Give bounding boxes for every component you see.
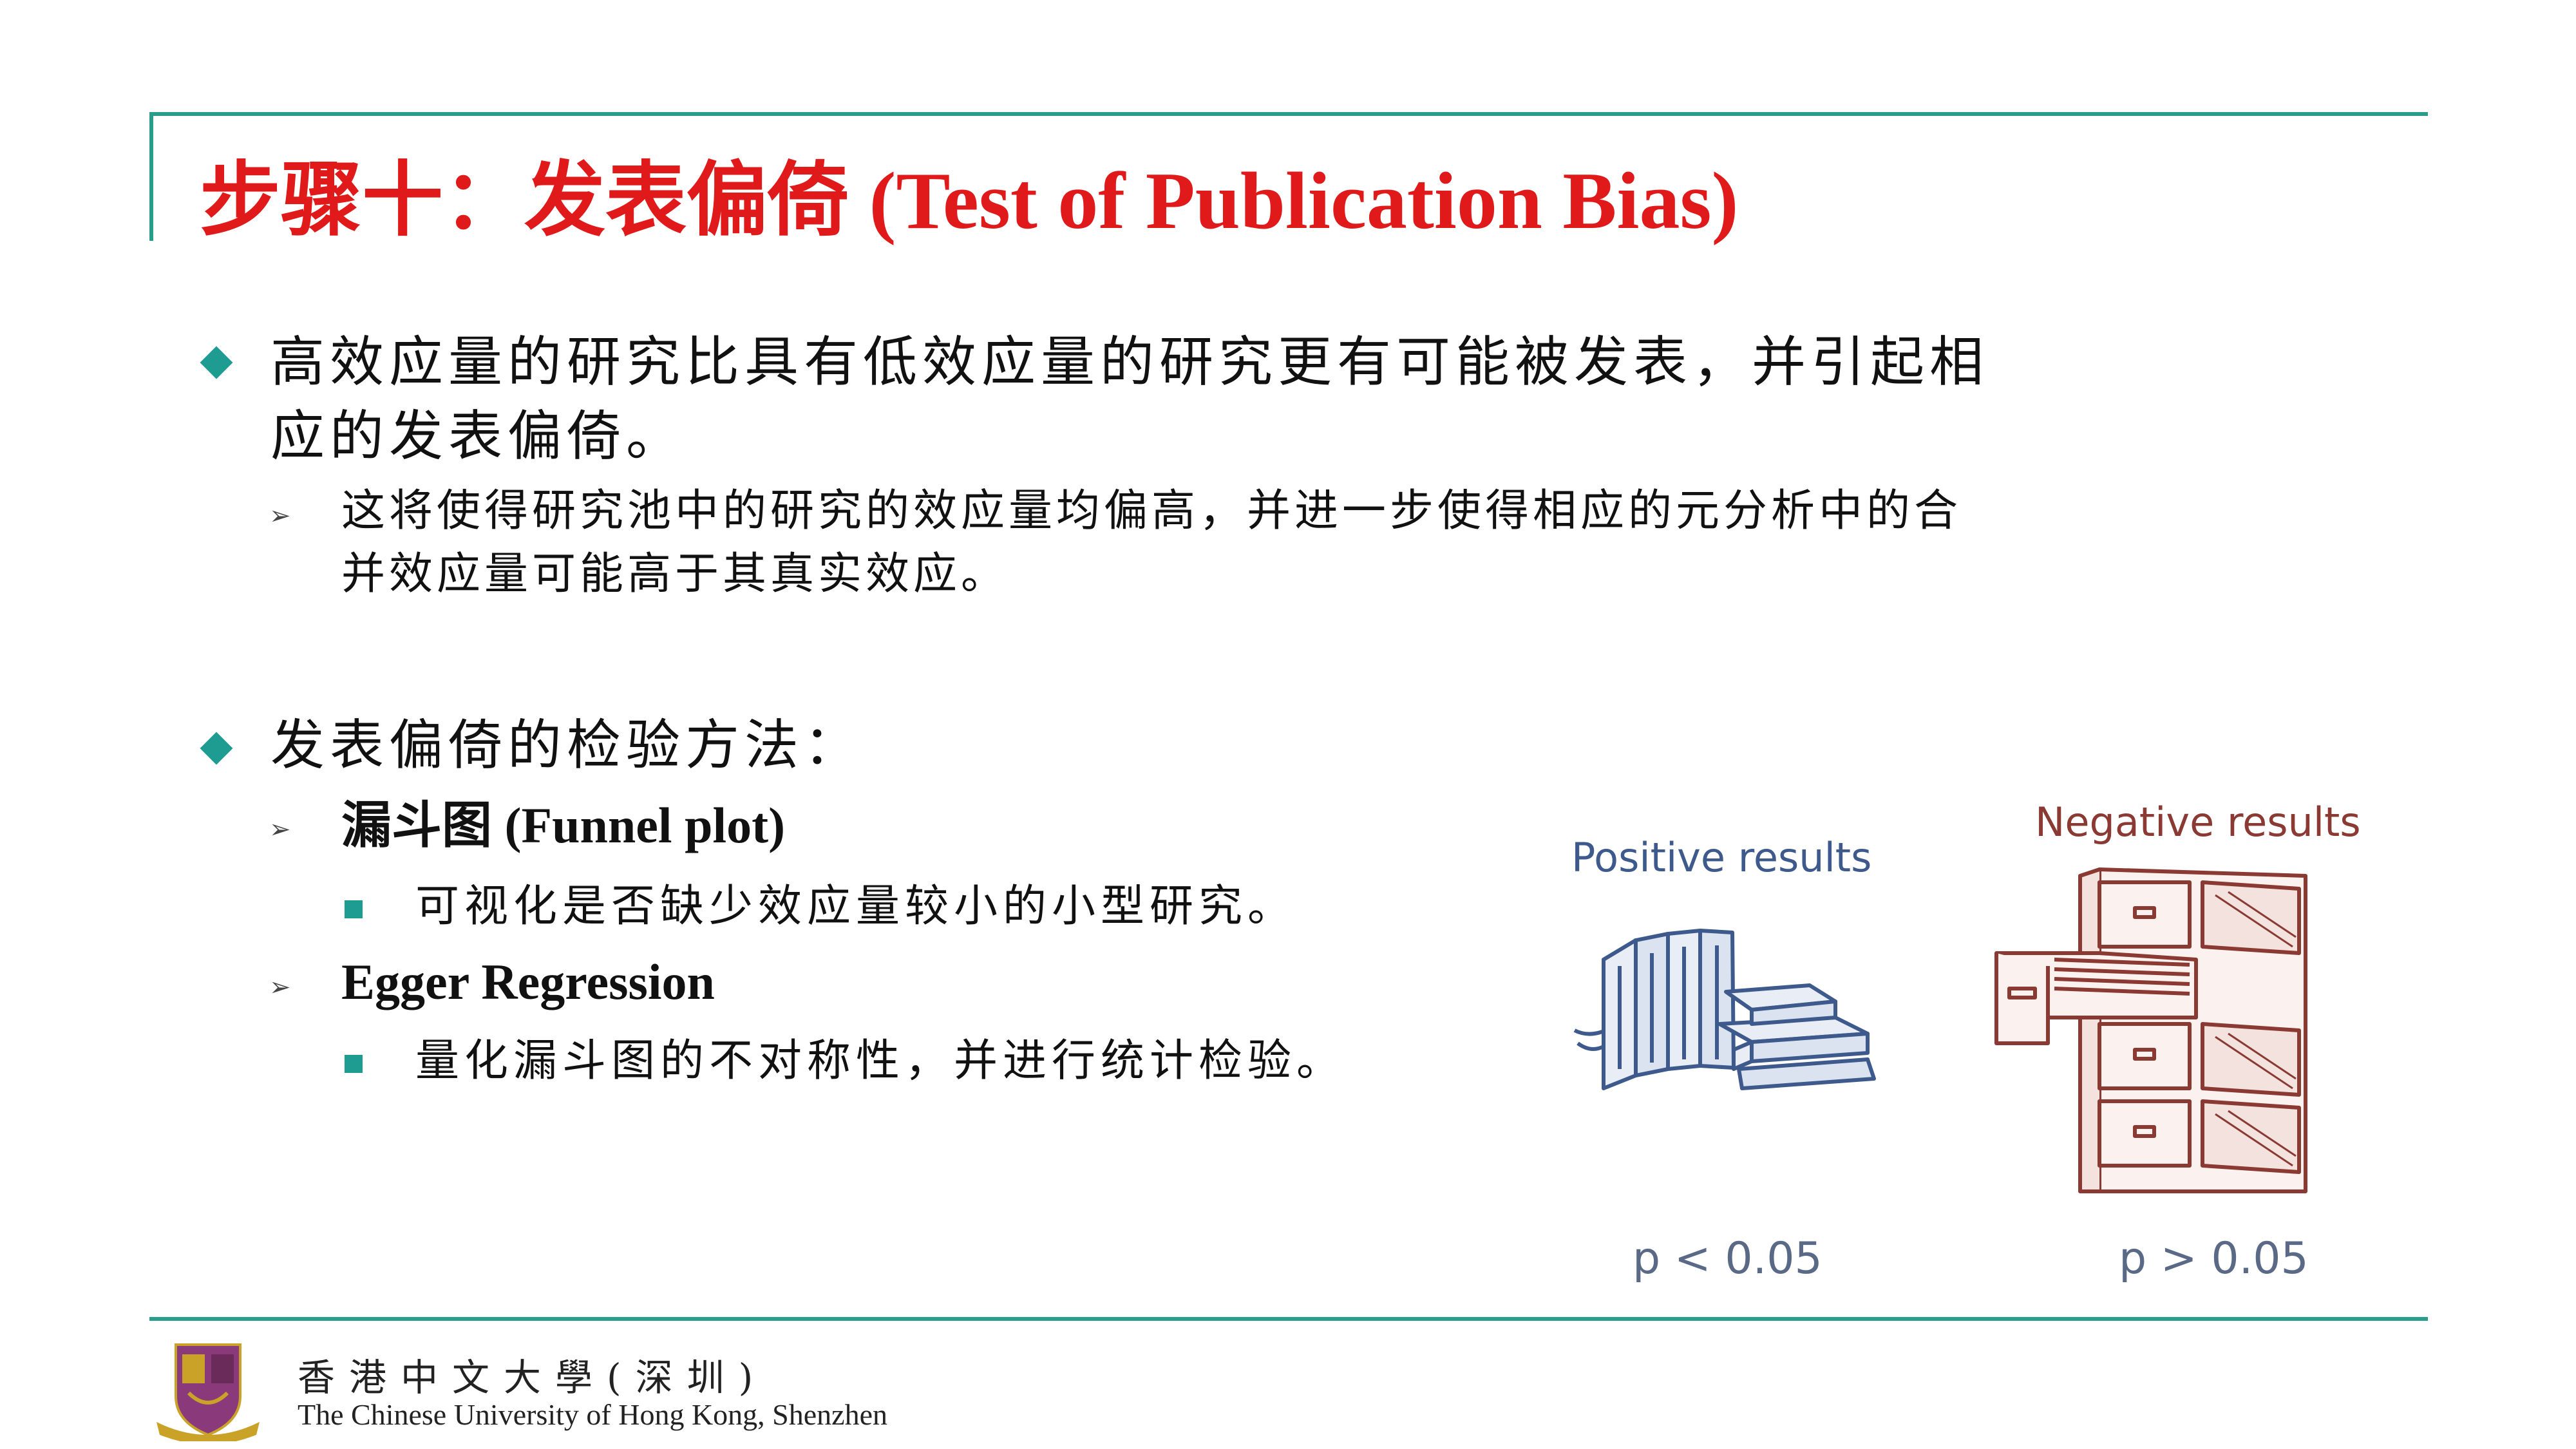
bullet-text-line2: 应的发表偏倚。 (270, 404, 686, 468)
title-chinese: 步骤十：发表偏倚 (200, 152, 849, 247)
bullet-text-line1: 高效应量的研究比具有低效应量的研究更有可能被发表，并引起相 (270, 330, 1989, 393)
method-name-en: Egger Regression (341, 954, 715, 1010)
diamond-bullet-icon (200, 732, 233, 765)
funnel-plot-detail: 可视化是否缺少效应量较小的小型研究。 (415, 881, 1297, 932)
method-name-cn: 漏斗图 (341, 796, 493, 855)
university-crest-logo (156, 1343, 260, 1441)
egger-detail: 量化漏斗图的不对称性，并进行统计检验。 (415, 1036, 1346, 1086)
arrow-bullet-icon: ➢ (269, 815, 291, 844)
footer-university-name-cn: 香港中文大學(深圳) (298, 1356, 768, 1399)
method-egger-regression: Egger Regression (341, 950, 715, 1014)
method-name-en: (Funnel plot) (492, 797, 786, 853)
positive-p-value: p < 0.05 (1633, 1233, 1823, 1284)
filing-cabinet-icon (1994, 867, 2307, 1193)
positive-results-label: Positive results (1571, 834, 1872, 881)
arrow-bullet-icon: ➢ (269, 501, 291, 531)
sub-bullet-text-line1: 这将使得研究池中的研究的效应量均偏高，并进一步使得相应的元分析中的合 (341, 486, 1962, 536)
slide-title: 步骤十：发表偏倚 (Test of Publication Bias) (200, 145, 1738, 256)
negative-p-value: p > 0.05 (2119, 1233, 2309, 1284)
bottom-divider (149, 1317, 2428, 1321)
sub-bullet-text-line2: 并效应量可能高于其真实效应。 (341, 549, 1009, 600)
square-bullet-icon (345, 1055, 363, 1073)
top-divider (149, 112, 2428, 116)
diamond-bullet-icon (200, 346, 233, 379)
square-bullet-icon (345, 900, 363, 918)
stacked-books-icon (1573, 929, 1876, 1090)
method-funnel-plot: 漏斗图 (Funnel plot) (341, 793, 785, 858)
slide: 步骤十：发表偏倚 (Test of Publication Bias) 高效应量… (0, 0, 2576, 1449)
title-accent-bar (149, 112, 153, 241)
footer-university-name-en: The Chinese University of Hong Kong, She… (298, 1398, 888, 1431)
arrow-bullet-icon: ➢ (269, 972, 291, 1002)
negative-results-label: Negative results (2035, 799, 2361, 846)
title-english: (Test of Publication Bias) (849, 156, 1739, 246)
bullet-text: 发表偏倚的检验方法： (270, 714, 864, 777)
